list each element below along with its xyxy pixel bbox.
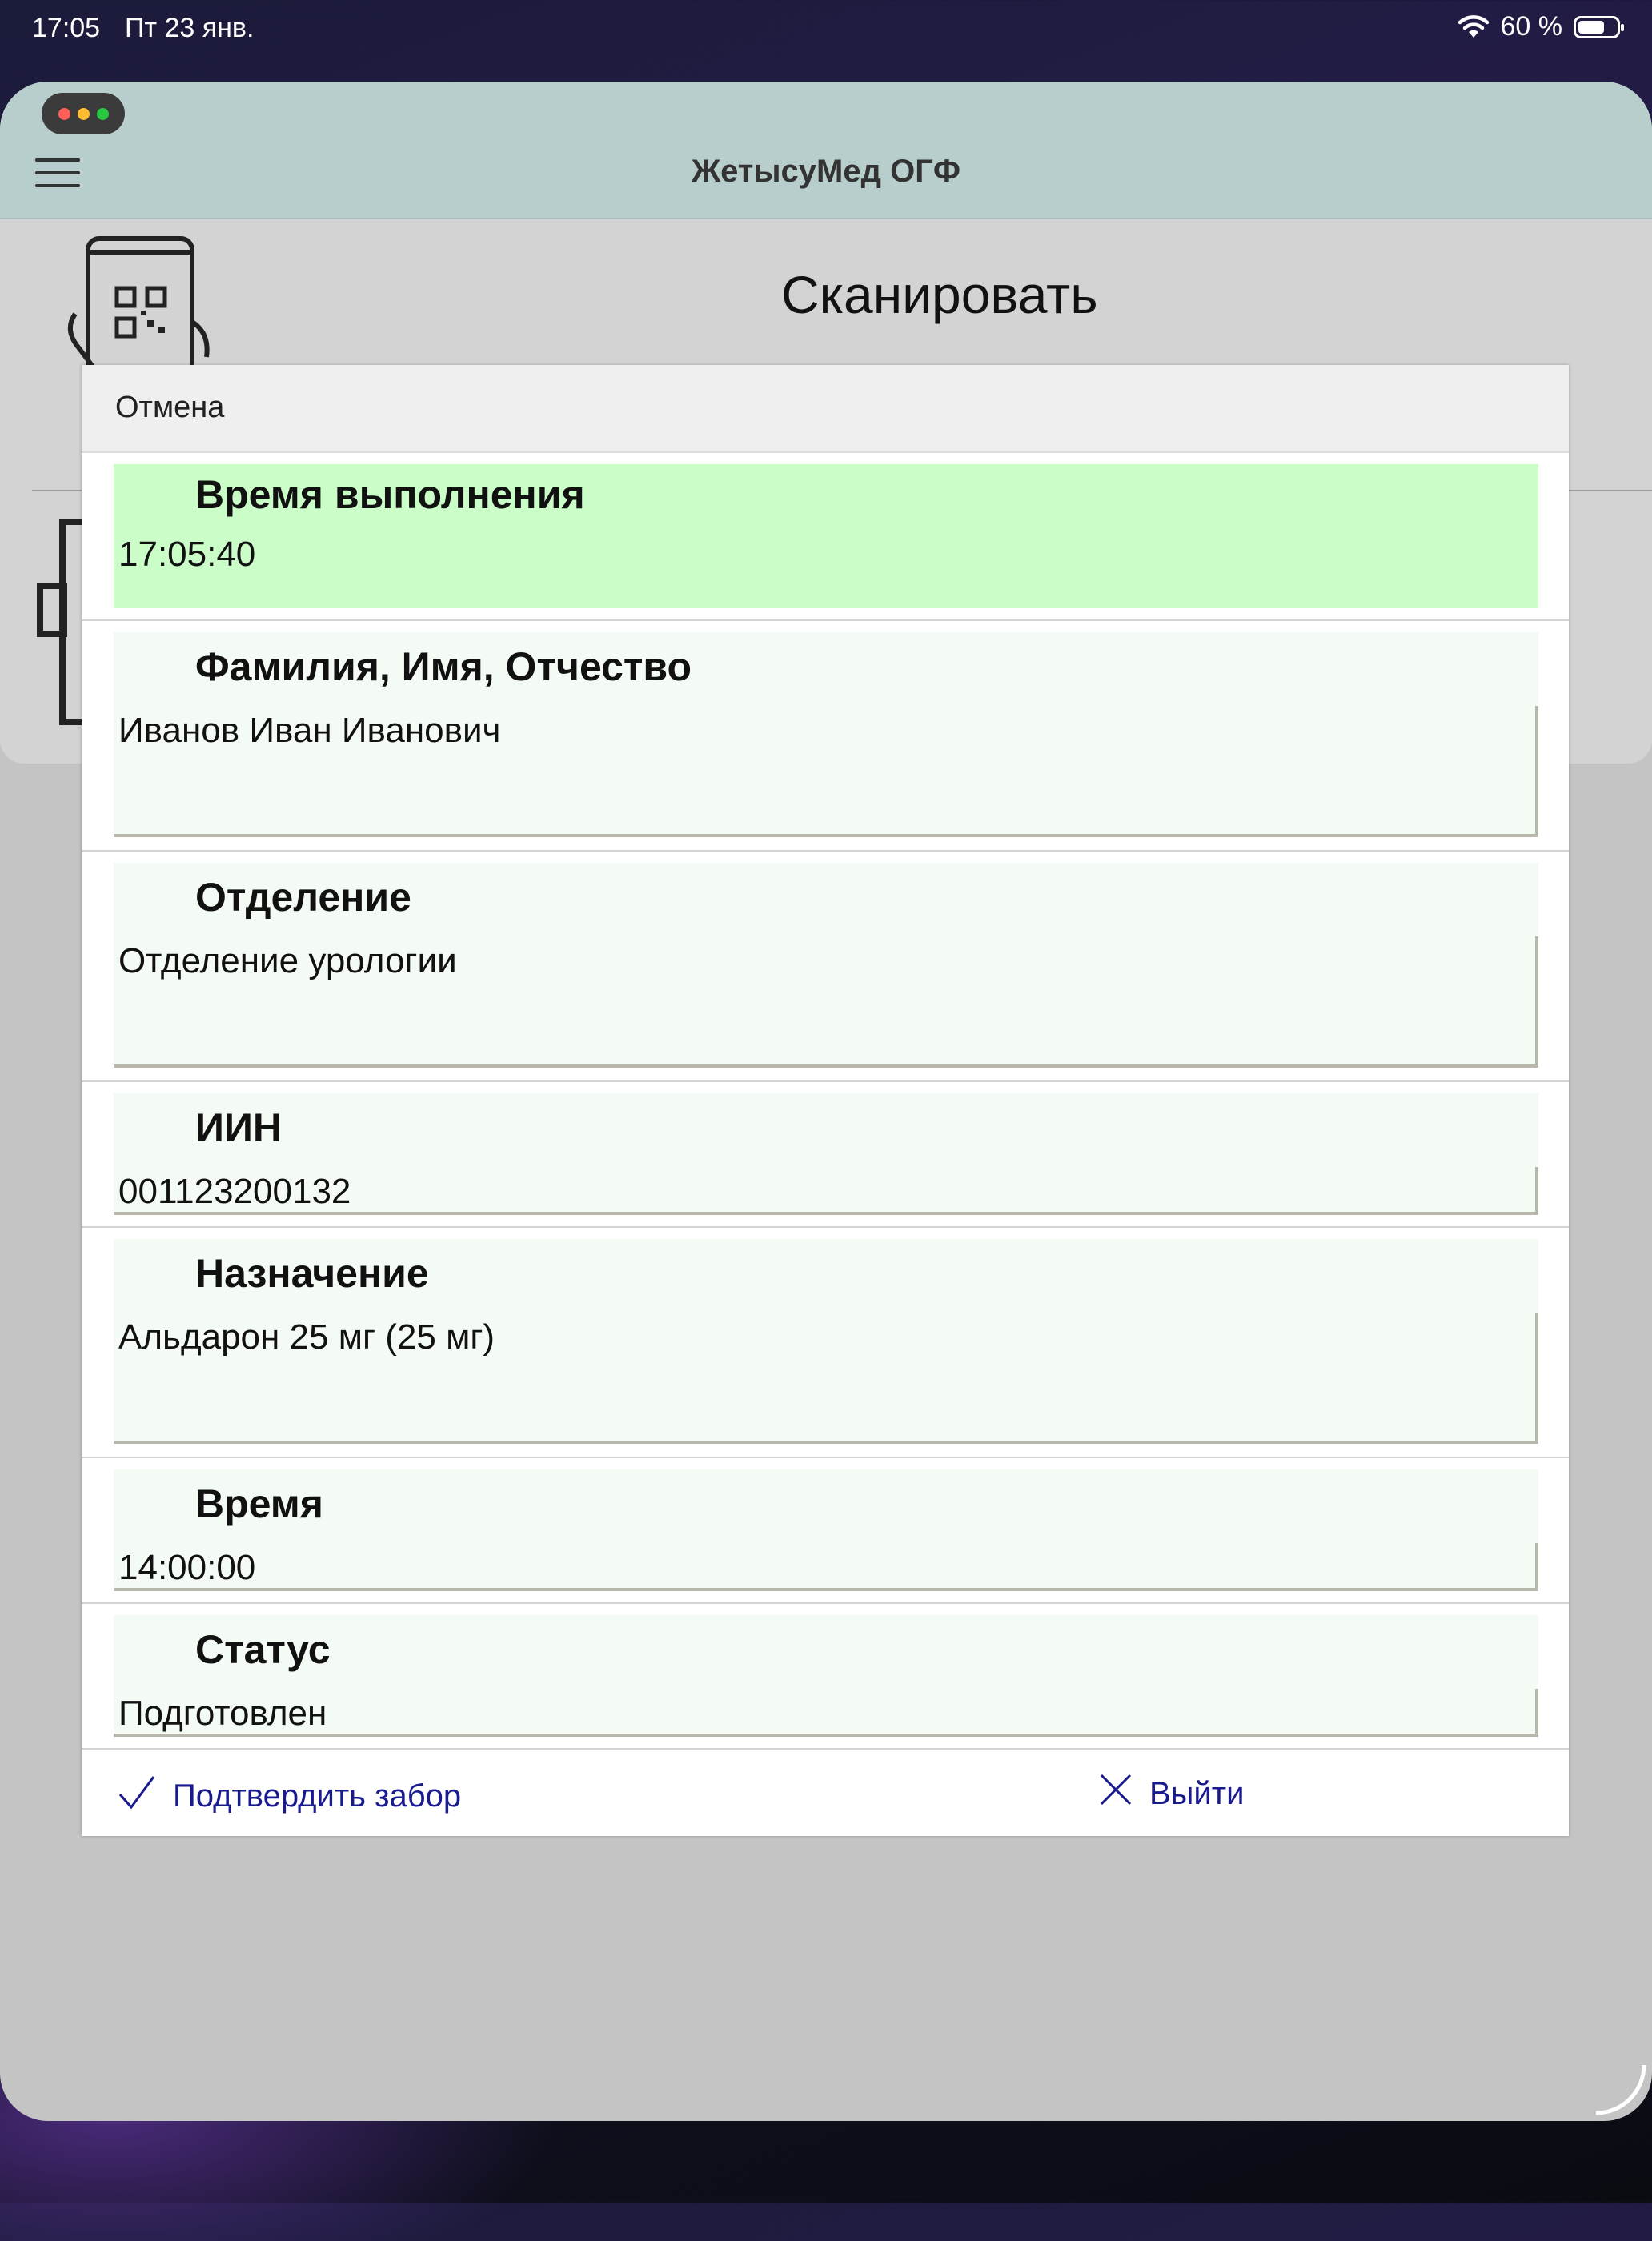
separator [82,619,1569,621]
qr-scan-phone-icon[interactable] [64,234,240,382]
field-time: Время 14:00:00 [114,1469,1538,1591]
status-date: Пт 23 янв. [125,13,255,43]
status-field[interactable]: Подготовлен [114,1689,1538,1737]
prescription-field[interactable]: Альдарон 25 мг (25 мг) [114,1313,1538,1444]
status-time: 17:05 [32,13,101,43]
field-prescription: Назначение Альдарон 25 мг (25 мг) [114,1239,1538,1444]
app-title: ЖетысуМед ОГФ [691,154,961,189]
separator [82,1457,1569,1458]
exit-button[interactable]: Выйти [1098,1772,1244,1815]
separator [82,1080,1569,1082]
battery-icon [1574,15,1624,38]
field-status: Статус Подготовлен [114,1615,1538,1737]
separator [82,1226,1569,1228]
field-iin: ИИН 001123200132 [114,1093,1538,1215]
battery-percent: 60 % [1500,11,1563,42]
time-field[interactable]: 14:00:00 [114,1543,1538,1591]
full-name-field[interactable]: Иванов Иван Иванович [114,706,1538,837]
field-value: 17:05:40 [118,535,256,574]
department-field[interactable]: Отделение урологии [114,936,1538,1068]
field-department: Отделение Отделение урологии [114,863,1538,1068]
dialog-actions: Подтвердить забор Выйти [82,1750,1569,1836]
field-label: Назначение [114,1239,1538,1313]
field-label: ИИН [114,1093,1538,1167]
separator [82,850,1569,852]
status-right: 60 % [1458,11,1624,42]
resize-handle-icon[interactable] [1580,2049,1652,2121]
exit-label: Выйти [1149,1775,1245,1811]
status-bar: 17:05 Пт 23 янв. 60 % [0,0,1652,58]
dialog-header: Отмена [82,365,1569,453]
field-label: Время выполнения [195,472,585,517]
field-label: Статус [114,1615,1538,1689]
cancel-button[interactable]: Отмена [115,391,224,425]
scan-button-label[interactable]: Сканировать [781,264,1098,325]
confirm-collection-label: Подтвердить забор [173,1778,462,1814]
field-execution-time: Время выполнения 17:05:40 [114,464,1538,608]
wifi-icon [1458,14,1490,39]
minimize-window-icon[interactable] [77,107,90,120]
separator [82,1602,1569,1604]
checkmark-icon [117,1772,157,1820]
field-full-name: Фамилия, Имя, Отчество Иванов Иван Ивано… [114,632,1538,837]
iin-field[interactable]: 001123200132 [114,1167,1538,1215]
record-dialog: Отмена Время выполнения 17:05:40 Фамилия… [82,365,1569,1836]
field-label: Отделение [114,863,1538,936]
title-bar: ЖетысуМед ОГФ [0,82,1652,219]
close-window-icon[interactable] [58,107,70,120]
zoom-window-icon[interactable] [96,107,109,120]
confirm-collection-button[interactable]: Подтвердить забор [117,1772,461,1820]
field-label: Фамилия, Имя, Отчество [114,632,1538,706]
field-label: Время [114,1469,1538,1543]
close-icon [1098,1772,1133,1815]
window-controls[interactable] [42,93,125,134]
